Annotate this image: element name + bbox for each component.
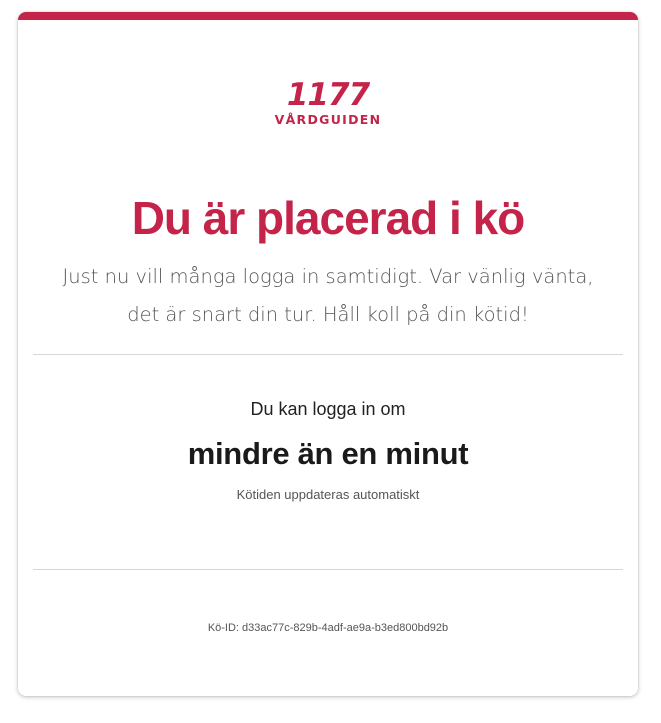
queue-message: Just nu vill många logga in samtidigt. V…	[58, 258, 598, 334]
divider-bottom	[33, 569, 623, 570]
queue-message-line-2: det är snart din tur. Håll koll på din k…	[127, 303, 529, 326]
brand-logo: 1177 VÅRDGUIDEN	[268, 80, 388, 130]
wait-label: Du kan logga in om	[250, 399, 406, 419]
wait-time: mindre än en minut	[187, 436, 469, 471]
logo-text: VÅRDGUIDEN	[274, 112, 382, 127]
wait-note: Kötiden uppdateras automatiskt	[236, 487, 420, 502]
queue-message-line-1: Just nu vill många logga in samtidigt. V…	[62, 265, 594, 288]
page-title: Du är placerad i kö	[131, 192, 526, 244]
queue-id: Kö-ID: d33ac77c-829b-4adf-ae9a-b3ed800bd…	[207, 622, 449, 634]
queue-card: 1177 VÅRDGUIDEN Du är placerad i kö Just…	[18, 12, 638, 696]
accent-top-bar	[18, 12, 638, 20]
logo-number: 1177	[286, 77, 370, 113]
divider-top	[33, 354, 623, 355]
